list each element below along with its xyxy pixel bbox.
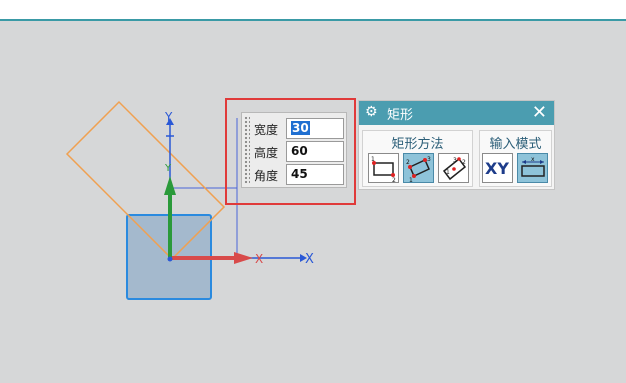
y-axis-arrow bbox=[164, 176, 176, 195]
svg-text:2: 2 bbox=[392, 177, 396, 182]
two-point-rect-icon[interactable]: 1 2 bbox=[368, 153, 399, 183]
xy-label: XY bbox=[485, 159, 509, 178]
y-axis-label: Y bbox=[164, 110, 173, 124]
highlight-box: 宽度 30 高度 60 角度 45 bbox=[225, 98, 356, 205]
top-toolbar-strip bbox=[0, 0, 626, 21]
drag-grip[interactable] bbox=[244, 116, 250, 184]
dialog-title: 矩形 bbox=[387, 108, 414, 123]
three-point-rect-icon[interactable]: 2 3 1 bbox=[403, 153, 434, 183]
svg-text:2: 2 bbox=[462, 159, 466, 166]
center-angle-rect-icon[interactable]: 3 2 1 bbox=[438, 153, 469, 183]
svg-text:3: 3 bbox=[427, 156, 431, 163]
x-axis-arrow bbox=[234, 252, 253, 264]
origin-point bbox=[167, 256, 173, 262]
svg-text:1: 1 bbox=[409, 177, 413, 182]
angle-value: 45 bbox=[291, 167, 308, 181]
height-value: 60 bbox=[291, 144, 308, 158]
rectangle-dialog: ⚙ 矩形 ✕ 矩形方法 1 2 2 3 1 3 2 1 输入模式 XY x bbox=[358, 100, 555, 190]
x-axis-label-red: X bbox=[255, 252, 263, 266]
width-row: 宽度 30 bbox=[254, 118, 346, 140]
xy-coordinate-mode-button[interactable]: XY bbox=[482, 153, 513, 183]
x-axis-label: X bbox=[305, 252, 314, 267]
svg-text:1: 1 bbox=[371, 156, 375, 163]
height-row: 高度 60 bbox=[254, 141, 346, 163]
svg-text:2: 2 bbox=[406, 159, 410, 166]
rect-method-title: 矩形方法 bbox=[391, 137, 444, 152]
rect-method-group: 矩形方法 1 2 2 3 1 3 2 1 bbox=[362, 130, 473, 187]
dialog-title-bar[interactable]: ⚙ 矩形 ✕ bbox=[359, 101, 554, 125]
angle-row: 角度 45 bbox=[254, 164, 346, 186]
width-label: 宽度 bbox=[254, 123, 279, 137]
parameter-mode-icon[interactable]: x bbox=[517, 153, 548, 183]
width-value: 30 bbox=[291, 121, 310, 135]
svg-text:x: x bbox=[531, 156, 535, 163]
gear-icon[interactable]: ⚙ bbox=[365, 104, 378, 120]
height-label: 高度 bbox=[254, 146, 279, 160]
width-input[interactable]: 30 bbox=[286, 118, 344, 139]
y-axis-label-green: Y bbox=[164, 163, 172, 174]
input-mode-group: 输入模式 XY x bbox=[479, 130, 552, 187]
angle-label: 角度 bbox=[254, 169, 279, 183]
dimension-input-panel: 宽度 30 高度 60 角度 45 bbox=[241, 112, 347, 188]
svg-text:1: 1 bbox=[446, 169, 450, 176]
angle-input[interactable]: 45 bbox=[286, 164, 344, 185]
svg-text:3: 3 bbox=[453, 157, 457, 164]
close-icon[interactable]: ✕ bbox=[532, 102, 547, 123]
input-mode-title: 输入模式 bbox=[489, 137, 542, 152]
height-input[interactable]: 60 bbox=[286, 141, 344, 162]
